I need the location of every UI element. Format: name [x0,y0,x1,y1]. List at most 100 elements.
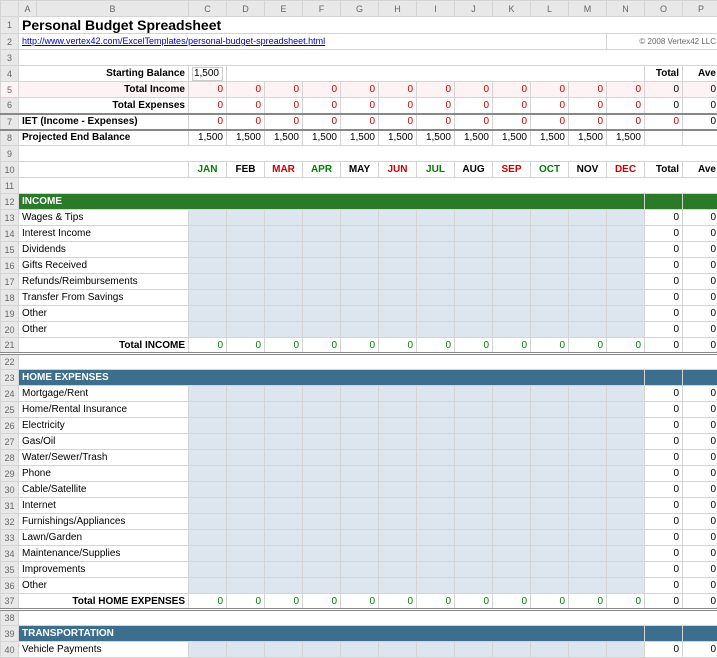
input-cell[interactable] [189,498,227,514]
input-cell[interactable] [531,258,569,274]
row-ave[interactable]: 0 [683,242,717,258]
input-cell[interactable] [569,530,607,546]
input-cell[interactable] [265,466,303,482]
input-cell[interactable] [607,226,645,242]
row-ave[interactable]: 0 [683,386,717,402]
input-cell[interactable] [493,546,531,562]
input-cell[interactable] [493,642,531,658]
input-cell[interactable] [227,306,265,322]
input-cell[interactable] [341,578,379,594]
input-cell[interactable] [455,434,493,450]
input-cell[interactable] [493,530,531,546]
section-total-cell[interactable]: 0 [417,338,455,354]
input-cell[interactable] [607,482,645,498]
section-total-cell[interactable]: 0 [303,594,341,610]
input-cell[interactable] [493,402,531,418]
input-cell[interactable] [569,434,607,450]
input-cell[interactable] [417,402,455,418]
cell[interactable]: 0 [455,114,493,130]
input-cell[interactable] [607,530,645,546]
input-cell[interactable] [607,386,645,402]
section-total-cell[interactable]: 0 [569,594,607,610]
row-ave[interactable]: 0 [683,466,717,482]
line-item-label[interactable]: Phone [19,466,189,482]
input-cell[interactable] [493,562,531,578]
cell[interactable]: 0 [379,82,417,98]
input-cell[interactable] [493,434,531,450]
input-cell[interactable] [341,530,379,546]
row-total[interactable]: 0 [645,466,683,482]
input-cell[interactable] [227,466,265,482]
row-ave[interactable]: 0 [683,434,717,450]
input-cell[interactable] [455,450,493,466]
input-cell[interactable] [341,226,379,242]
input-cell[interactable] [531,642,569,658]
input-cell[interactable] [189,642,227,658]
row-total[interactable]: 0 [645,546,683,562]
row-total[interactable]: 0 [645,274,683,290]
cell[interactable]: 0 [303,82,341,98]
input-cell[interactable] [227,226,265,242]
input-cell[interactable] [417,466,455,482]
row-ave[interactable]: 0 [683,546,717,562]
row-total[interactable]: 0 [645,402,683,418]
input-cell[interactable] [531,418,569,434]
input-cell[interactable] [303,642,341,658]
summary-cell[interactable]: 0 [341,98,379,114]
input-cell[interactable] [417,258,455,274]
input-cell[interactable] [531,546,569,562]
input-cell[interactable] [227,578,265,594]
input-cell[interactable] [531,530,569,546]
cell[interactable]: 0 [189,114,227,130]
cell[interactable]: 1,500 [227,130,265,146]
input-cell[interactable] [189,258,227,274]
input-cell[interactable] [379,402,417,418]
line-item-label[interactable]: Improvements [19,562,189,578]
input-cell[interactable] [265,498,303,514]
input-cell[interactable] [417,482,455,498]
input-cell[interactable] [379,434,417,450]
line-item-label[interactable]: Furnishings/Appliances [19,514,189,530]
input-cell[interactable] [569,402,607,418]
input-cell[interactable] [303,546,341,562]
cell[interactable]: 0 [417,114,455,130]
cell[interactable]: 1,500 [455,130,493,146]
section-total-cell[interactable]: 0 [493,594,531,610]
input-cell[interactable] [189,402,227,418]
input-cell[interactable] [417,226,455,242]
row-total[interactable]: 0 [645,450,683,466]
section-total-cell[interactable]: 0 [493,338,531,354]
input-cell[interactable] [531,322,569,338]
line-item-label[interactable]: Transfer From Savings [19,290,189,306]
input-cell[interactable] [303,498,341,514]
input-cell[interactable] [493,210,531,226]
row-total[interactable]: 0 [645,290,683,306]
input-cell[interactable] [417,642,455,658]
input-cell[interactable] [607,434,645,450]
input-cell[interactable] [265,402,303,418]
input-cell[interactable] [341,450,379,466]
input-cell[interactable] [455,306,493,322]
input-cell[interactable] [379,242,417,258]
input-cell[interactable] [493,258,531,274]
input-cell[interactable] [607,402,645,418]
line-item-label[interactable]: Gas/Oil [19,434,189,450]
section-total-cell[interactable]: 0 [531,594,569,610]
section-total-cell[interactable]: 0 [531,338,569,354]
input-cell[interactable] [227,258,265,274]
input-cell[interactable] [189,562,227,578]
input-cell[interactable] [341,434,379,450]
input-cell[interactable] [417,498,455,514]
row-ave[interactable]: 0 [683,322,717,338]
input-cell[interactable] [303,578,341,594]
input-cell[interactable] [455,258,493,274]
cell[interactable]: 1,500 [493,130,531,146]
summary-cell[interactable]: 0 [227,98,265,114]
input-cell[interactable] [341,514,379,530]
row-total[interactable]: 0 [645,210,683,226]
cell[interactable]: 0 [417,82,455,98]
row-ave[interactable]: 0 [683,258,717,274]
input-cell[interactable] [265,514,303,530]
input-cell[interactable] [569,498,607,514]
row-total[interactable]: 0 [645,306,683,322]
